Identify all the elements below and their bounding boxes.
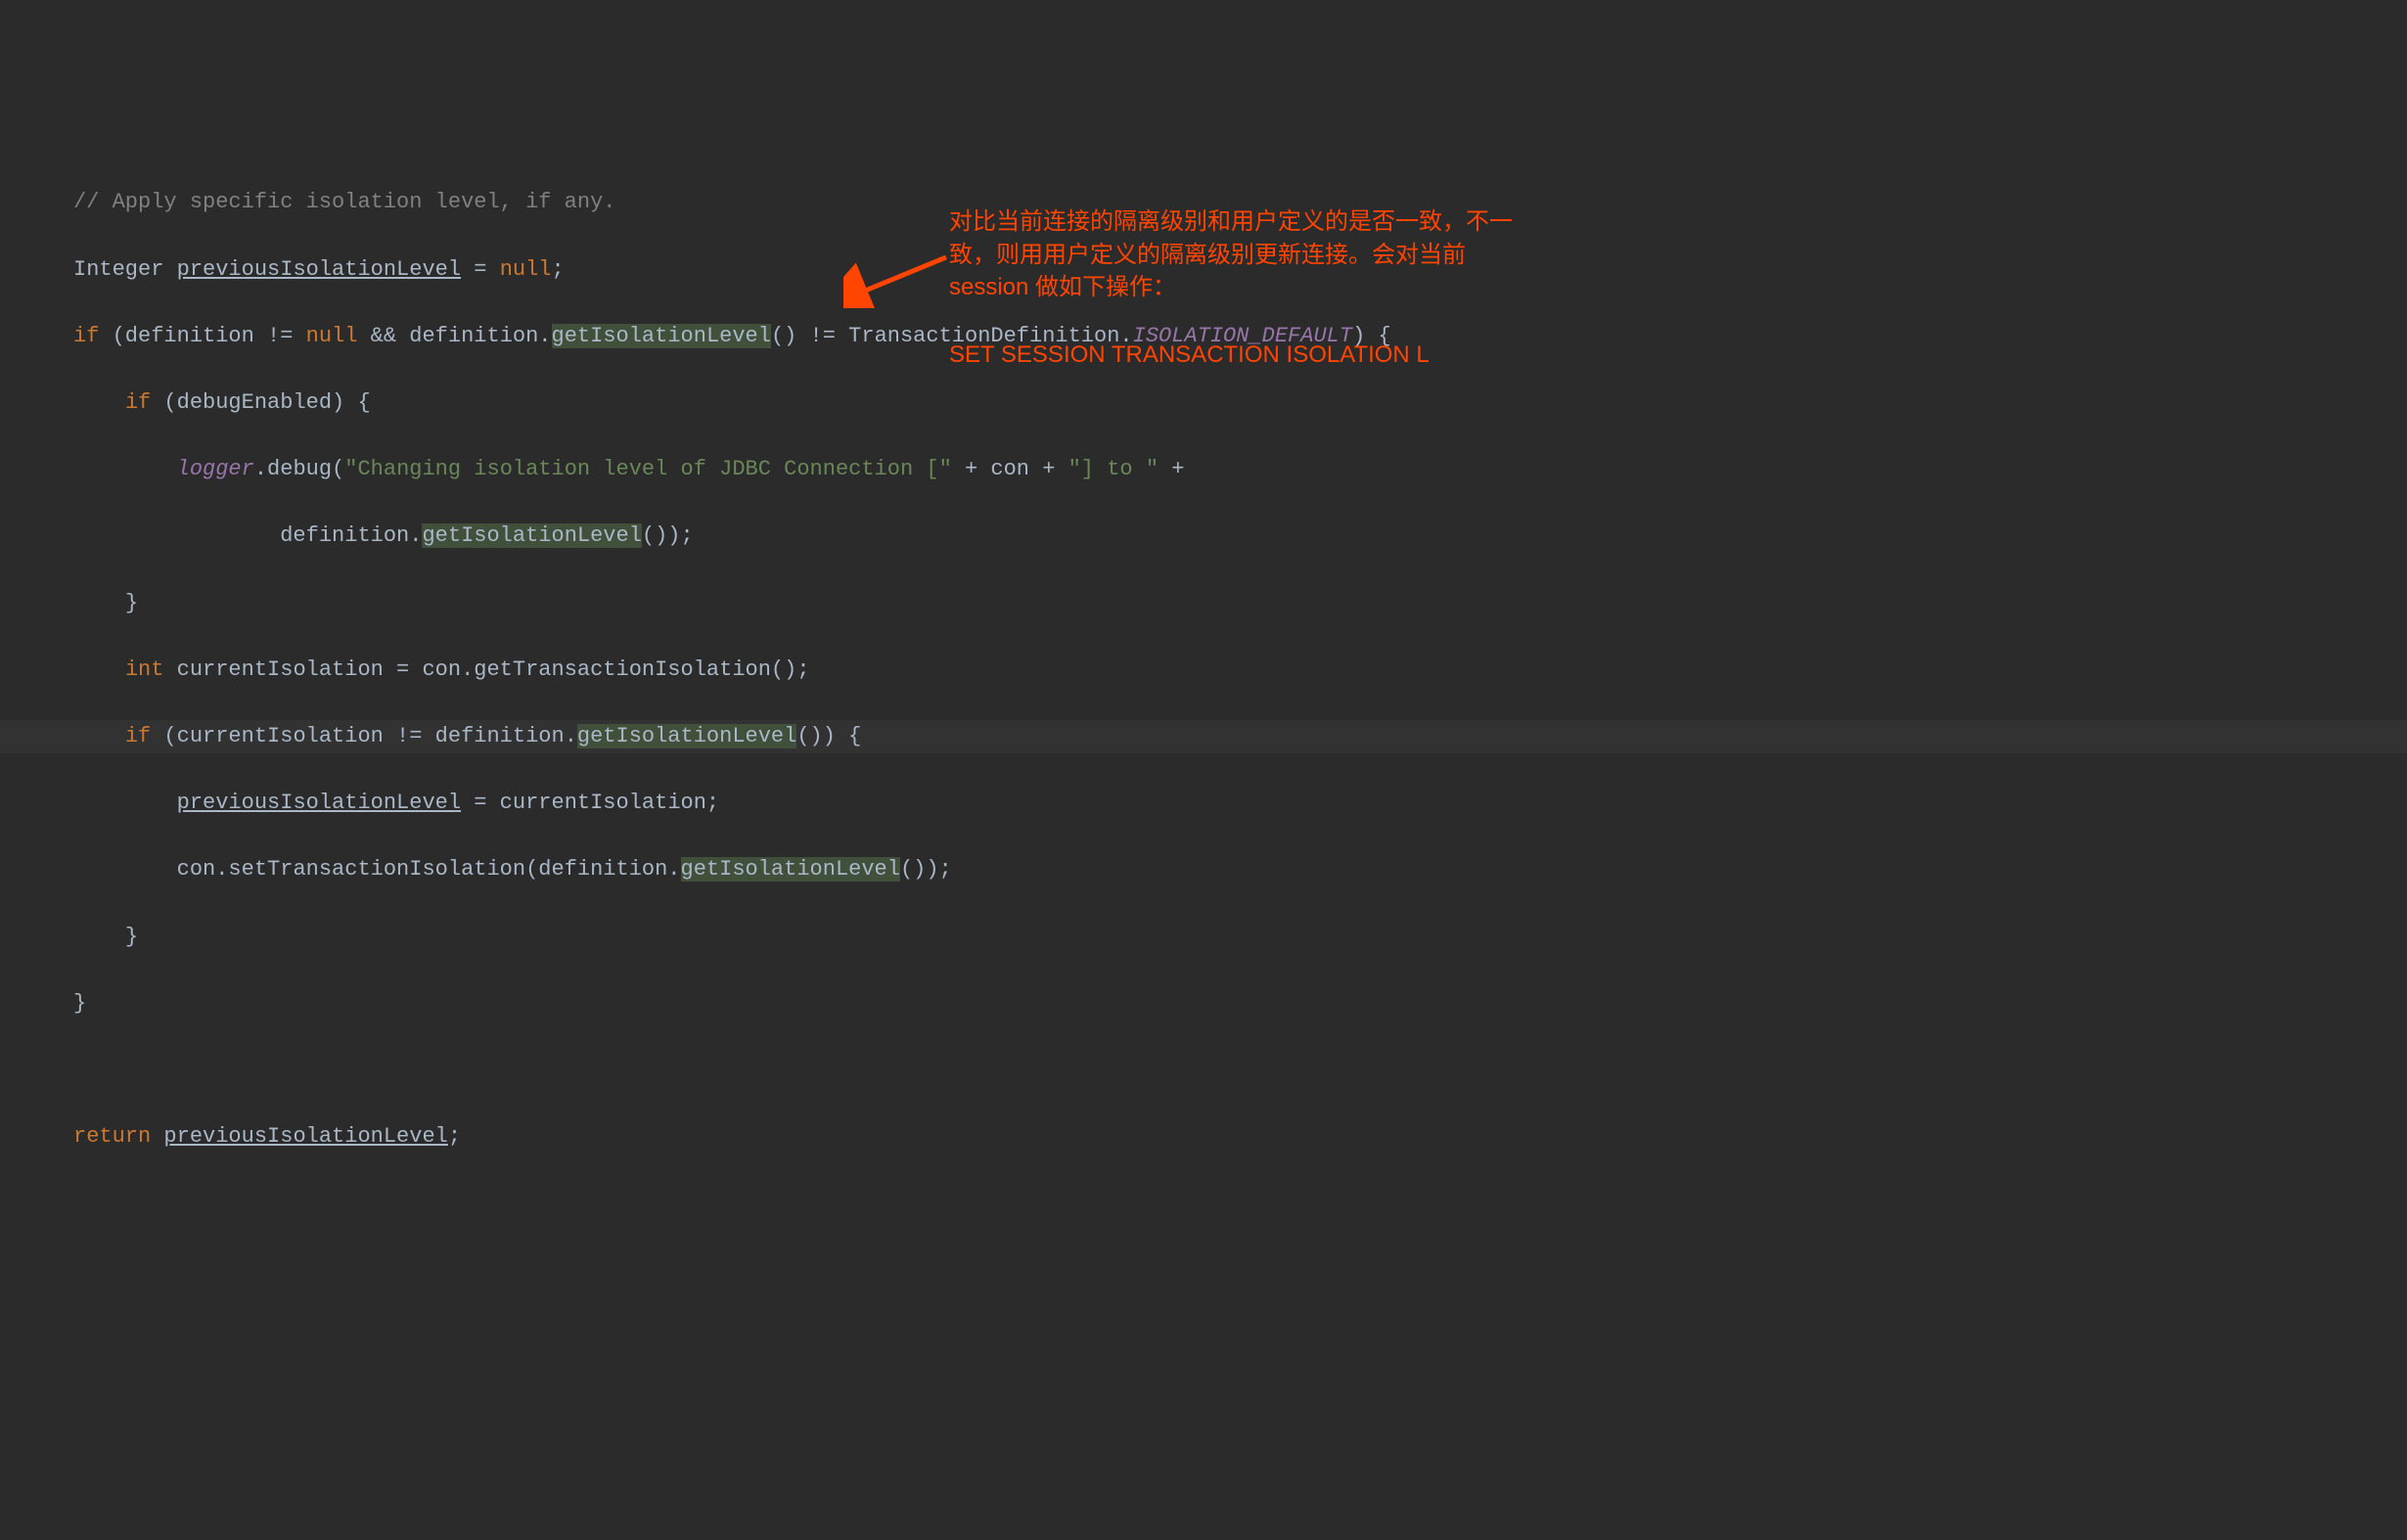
string-literal: "] to " — [1068, 457, 1158, 481]
comment: // Apply specific isolation level, if an… — [73, 190, 616, 214]
variable-previousIsolationLevel: previousIsolationLevel — [177, 257, 461, 282]
annotation-arrow-icon — [843, 249, 951, 308]
method-getIsolationLevel: getIsolationLevel — [577, 724, 796, 748]
code-line: } — [0, 587, 2407, 620]
code-line: } — [0, 987, 2407, 1020]
method-getIsolationLevel: getIsolationLevel — [422, 523, 641, 548]
code-line: definition.getIsolationLevel()); — [0, 520, 2407, 553]
code-line — [0, 1054, 2407, 1087]
annotation-sql: SET SESSION TRANSACTION ISOLATION L — [949, 339, 1536, 372]
code-line: } — [0, 921, 2407, 954]
code-line: if (debugEnabled) { — [0, 386, 2407, 420]
code-line: con.setTransactionIsolation(definition.g… — [0, 853, 2407, 886]
code-line: int currentIsolation = con.getTransactio… — [0, 654, 2407, 687]
method-getIsolationLevel: getIsolationLevel — [681, 857, 900, 882]
code-line: logger.debug("Changing isolation level o… — [0, 453, 2407, 486]
code-line-highlighted: if (currentIsolation != definition.getIs… — [0, 720, 2407, 753]
annotation-text: 对比当前连接的隔离级别和用户定义的是否一致，不一致，则用用户定义的隔离级别更新连… — [949, 205, 1536, 304]
variable-previousIsolationLevel: previousIsolationLevel — [177, 791, 461, 815]
code-line: return previousIsolationLevel; — [0, 1120, 2407, 1154]
code-line: previousIsolationLevel = currentIsolatio… — [0, 787, 2407, 820]
code-editor[interactable]: // Apply specific isolation level, if an… — [0, 153, 2407, 1187]
method-getIsolationLevel: getIsolationLevel — [552, 324, 771, 348]
variable-previousIsolationLevel: previousIsolationLevel — [163, 1124, 447, 1149]
string-literal: "Changing isolation level of JDBC Connec… — [344, 457, 952, 481]
field-logger: logger — [177, 457, 254, 481]
